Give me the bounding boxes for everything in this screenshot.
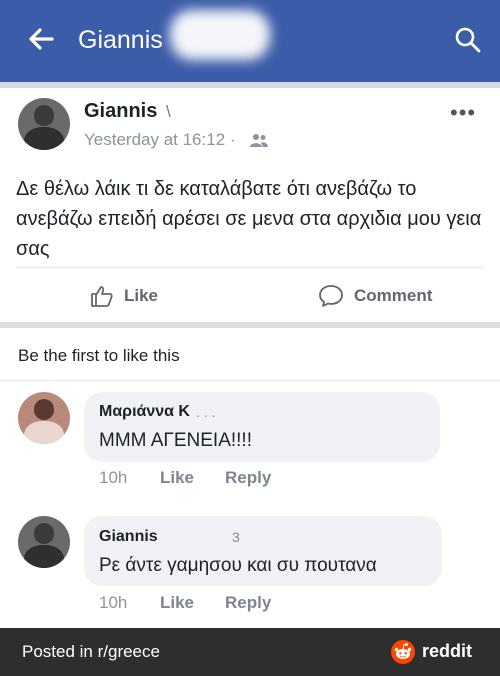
- comment-like-link[interactable]: Like: [160, 593, 194, 613]
- comment-time: 10h: [99, 468, 128, 487]
- section-gap: [0, 322, 500, 328]
- reddit-footer: Posted in r/greece reddit: [0, 628, 500, 676]
- more-options-icon[interactable]: •••: [450, 100, 476, 126]
- likes-summary: Be the first to like this: [18, 346, 180, 365]
- top-app-bar: Giannis: [0, 0, 500, 82]
- comment-text: Ρε άντε γαμησου και συ πουτανα: [99, 555, 377, 576]
- comment-button[interactable]: Comment: [318, 284, 432, 308]
- avatar[interactable]: [18, 392, 70, 444]
- post-timestamp[interactable]: Yesterday at 16:12 ·: [84, 130, 236, 150]
- avatar[interactable]: [18, 516, 70, 568]
- comment-author[interactable]: Μαριάννα Κ: [99, 403, 190, 421]
- thumbs-up-icon: [91, 286, 113, 307]
- redaction-blur: [170, 10, 270, 60]
- like-button-label: Like: [124, 286, 159, 305]
- like-button[interactable]: Like: [90, 284, 158, 308]
- post-author-name[interactable]: Giannis: [84, 100, 157, 123]
- comment-author-obscured: . . .: [196, 404, 216, 420]
- reddit-alien-icon: [391, 640, 415, 664]
- avatar[interactable]: [18, 98, 70, 150]
- back-arrow-icon[interactable]: [26, 24, 56, 54]
- post-body-text: Δε θέλω λάικ τι δε καταλάβατε ότι ανεβάζ…: [16, 178, 482, 260]
- posted-in-label[interactable]: Posted in r/greece: [22, 642, 160, 662]
- comments-divider: [0, 380, 500, 381]
- comment-time: 10h: [99, 593, 128, 612]
- search-icon[interactable]: [454, 26, 482, 54]
- comment-author[interactable]: Giannis: [99, 528, 158, 546]
- post-card: Giannis \ Yesterday at 16:12 · ••• Δε θέ…: [0, 88, 500, 340]
- comment-reply-link[interactable]: Reply: [225, 468, 271, 488]
- comment-text: ΜΜΜ ΑΓΕΝΕΙΑ!!!!: [99, 430, 252, 451]
- comment-like-link[interactable]: Like: [160, 468, 194, 488]
- post-author-name-obscured: \: [166, 102, 171, 121]
- comment-author-obscured: 3: [232, 529, 240, 545]
- profile-title: Giannis: [78, 26, 163, 54]
- comment-bubble-icon: [319, 285, 343, 307]
- friends-icon: [250, 134, 268, 147]
- comment-button-label: Comment: [354, 286, 433, 305]
- post-divider: [16, 267, 484, 268]
- reddit-wordmark: reddit: [422, 641, 473, 661]
- comment-reply-link[interactable]: Reply: [225, 593, 271, 613]
